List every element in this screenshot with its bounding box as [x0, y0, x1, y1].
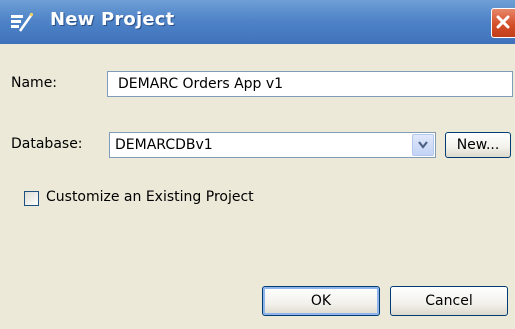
name-label: Name: — [11, 75, 58, 91]
name-field[interactable] — [107, 71, 513, 97]
title-bar[interactable]: New Project — [0, 0, 515, 44]
chevron-down-icon — [418, 141, 428, 149]
dropdown-button[interactable] — [412, 134, 434, 156]
new-database-button[interactable]: New... — [445, 132, 511, 158]
close-button[interactable] — [491, 8, 515, 38]
dialog-content: Name: Database: DEMARCDBv1 New... Custom… — [0, 44, 515, 329]
ok-button[interactable]: OK — [262, 286, 380, 316]
customize-checkbox[interactable] — [24, 191, 39, 206]
database-label: Database: — [11, 136, 83, 152]
database-select[interactable]: DEMARCDBv1 — [109, 132, 436, 158]
window-title: New Project — [50, 9, 175, 30]
database-select-value: DEMARCDBv1 — [115, 137, 213, 153]
cancel-button[interactable]: Cancel — [390, 286, 508, 316]
customize-label[interactable]: Customize an Existing Project — [46, 189, 254, 205]
close-icon — [496, 15, 510, 29]
project-wizard-icon — [10, 12, 34, 34]
